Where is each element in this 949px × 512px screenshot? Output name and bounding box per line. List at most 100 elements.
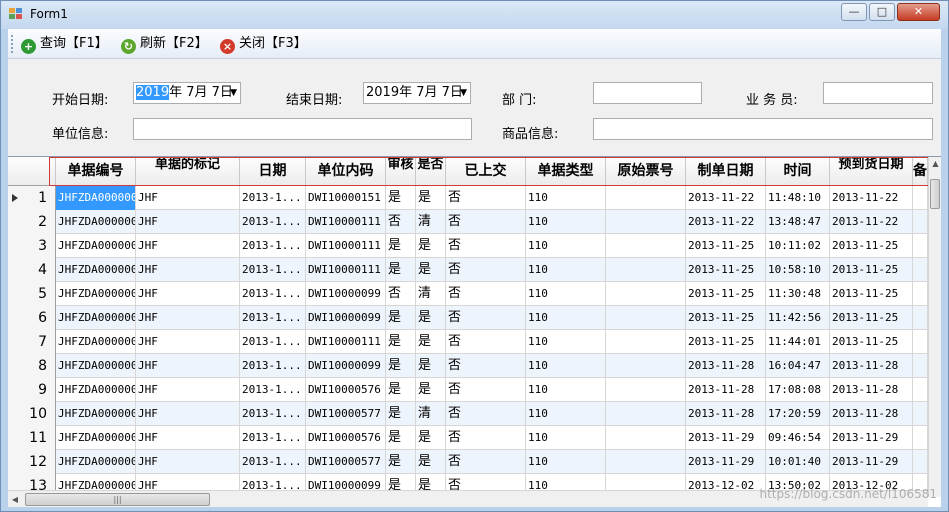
cell-due-date[interactable]: 2013-11-29 — [830, 426, 913, 450]
cell-flag[interactable]: 是 — [416, 186, 446, 210]
cell-bill-no[interactable]: JHFZDA00000001 — [56, 186, 136, 210]
cell-date[interactable]: 2013-1... — [240, 306, 306, 330]
chevron-down-icon[interactable]: ▼ — [460, 83, 467, 103]
cell-date[interactable]: 2013-1... — [240, 354, 306, 378]
cell-audit[interactable]: 是 — [386, 234, 416, 258]
toolbar-grip[interactable] — [11, 35, 14, 53]
cell-flag[interactable]: 是 — [416, 258, 446, 282]
cell-date[interactable]: 2013-1... — [240, 402, 306, 426]
table-row[interactable]: 10 JHFZDA00000010JHF2013-1...DWI10000577是… — [8, 402, 928, 426]
cell-bill-mark[interactable]: JHF — [136, 378, 240, 402]
cell-bill-no[interactable]: JHFZDA00000009 — [56, 378, 136, 402]
cell-submitted[interactable]: 否 — [446, 282, 526, 306]
cell-time[interactable]: 11:30:48 — [766, 282, 830, 306]
table-row[interactable]: 6JHFZDA00000006JHF2013-1...DWI10000099是是… — [8, 306, 928, 330]
cell-date[interactable]: 2013-1... — [240, 186, 306, 210]
cell-orig-ticket[interactable] — [606, 354, 686, 378]
cell-due-date[interactable]: 2013-11-29 — [830, 450, 913, 474]
cell-audit[interactable]: 是 — [386, 306, 416, 330]
cell-remark[interactable] — [913, 186, 928, 210]
cell-orig-ticket[interactable] — [606, 282, 686, 306]
cell-orig-ticket[interactable] — [606, 186, 686, 210]
cell-bill-no[interactable]: JHFZDA00000007 — [56, 330, 136, 354]
cell-create-date[interactable]: 2013-11-22 — [686, 186, 766, 210]
cell-flag[interactable]: 是 — [416, 234, 446, 258]
cell-bill-no[interactable]: JHFZDA00000012 — [56, 450, 136, 474]
vertical-scroll-thumb[interactable] — [930, 179, 940, 209]
cell-flag[interactable]: 是 — [416, 378, 446, 402]
cell-bill-type[interactable]: 110 — [526, 354, 606, 378]
cell-remark[interactable] — [913, 282, 928, 306]
cell-due-date[interactable]: 2013-11-28 — [830, 378, 913, 402]
cell-remark[interactable] — [913, 210, 928, 234]
cell-flag[interactable]: 是 — [416, 450, 446, 474]
cell-flag[interactable]: 清 — [416, 210, 446, 234]
maximize-button[interactable]: □ — [869, 3, 895, 21]
cell-orig-ticket[interactable] — [606, 378, 686, 402]
cell-bill-mark[interactable]: JHF — [136, 354, 240, 378]
cell-submitted[interactable]: 否 — [446, 378, 526, 402]
cell-submitted[interactable]: 否 — [446, 306, 526, 330]
cell-bill-mark[interactable]: JHF — [136, 330, 240, 354]
cell-audit[interactable]: 是 — [386, 186, 416, 210]
column-header-unit-code[interactable]: 单位内码 — [306, 157, 386, 186]
column-header-flag[interactable]: 是否 — [416, 157, 446, 186]
cell-bill-type[interactable]: 110 — [526, 234, 606, 258]
cell-audit[interactable]: 是 — [386, 402, 416, 426]
table-row[interactable]: 3JHFZDA00000003JHF2013-1...DWI10000111是是… — [8, 234, 928, 258]
cell-create-date[interactable]: 2013-11-22 — [686, 210, 766, 234]
row-header[interactable]: 8 — [8, 354, 56, 378]
cell-audit[interactable]: 是 — [386, 258, 416, 282]
cell-due-date[interactable]: 2013-11-28 — [830, 354, 913, 378]
cell-create-date[interactable]: 2013-11-25 — [686, 306, 766, 330]
cell-unit-code[interactable]: DWI10000111 — [306, 210, 386, 234]
cell-unit-code[interactable]: DWI10000576 — [306, 378, 386, 402]
cell-flag[interactable]: 是 — [416, 330, 446, 354]
close-window-button[interactable]: ✕ — [897, 3, 940, 21]
cell-bill-mark[interactable]: JHF — [136, 402, 240, 426]
row-header[interactable]: 2 — [8, 210, 56, 234]
cell-bill-type[interactable]: 110 — [526, 450, 606, 474]
scroll-left-icon[interactable]: ◀ — [8, 491, 22, 507]
cell-create-date[interactable]: 2013-11-28 — [686, 378, 766, 402]
cell-date[interactable]: 2013-1... — [240, 210, 306, 234]
cell-bill-type[interactable]: 110 — [526, 402, 606, 426]
cell-orig-ticket[interactable] — [606, 450, 686, 474]
cell-orig-ticket[interactable] — [606, 306, 686, 330]
cell-date[interactable]: 2013-1... — [240, 330, 306, 354]
cell-time[interactable]: 11:48:10 — [766, 186, 830, 210]
cell-bill-mark[interactable]: JHF — [136, 306, 240, 330]
cell-bill-mark[interactable]: JHF — [136, 450, 240, 474]
column-header-bill-type[interactable]: 单据类型 — [526, 157, 606, 186]
cell-time[interactable]: 11:44:01 — [766, 330, 830, 354]
row-header[interactable]: 10 — [8, 402, 56, 426]
horizontal-scroll-thumb[interactable]: ||| — [25, 493, 210, 506]
cell-audit[interactable]: 是 — [386, 354, 416, 378]
cell-submitted[interactable]: 否 — [446, 450, 526, 474]
vertical-scrollbar[interactable]: ▲ — [928, 157, 941, 497]
cell-orig-ticket[interactable] — [606, 234, 686, 258]
cell-orig-ticket[interactable] — [606, 258, 686, 282]
cell-submitted[interactable]: 否 — [446, 354, 526, 378]
cell-unit-code[interactable]: DWI10000577 — [306, 450, 386, 474]
end-date-picker[interactable]: 2019年 7月 7日 ▼ — [363, 82, 471, 104]
cell-remark[interactable] — [913, 306, 928, 330]
table-row[interactable]: 7JHFZDA00000007JHF2013-1...DWI10000111是是… — [8, 330, 928, 354]
cell-bill-type[interactable]: 110 — [526, 330, 606, 354]
cell-unit-code[interactable]: DWI10000111 — [306, 234, 386, 258]
column-header-bill-mark[interactable]: 单据的标记 — [136, 157, 240, 186]
cell-bill-type[interactable]: 110 — [526, 210, 606, 234]
scroll-up-icon[interactable]: ▲ — [929, 157, 941, 171]
cell-remark[interactable] — [913, 450, 928, 474]
cell-orig-ticket[interactable] — [606, 426, 686, 450]
chevron-down-icon[interactable]: ▼ — [230, 83, 237, 103]
cell-date[interactable]: 2013-1... — [240, 378, 306, 402]
cell-bill-mark[interactable]: JHF — [136, 282, 240, 306]
cell-bill-no[interactable]: JHFZDA00000006 — [56, 306, 136, 330]
cell-bill-type[interactable]: 110 — [526, 186, 606, 210]
table-row[interactable]: 12JHFZDA00000012JHF2013-1...DWI10000577是… — [8, 450, 928, 474]
cell-bill-no[interactable]: JHFZDA00000005 — [56, 282, 136, 306]
table-row[interactable]: 2JHFZDA00000002JHF2013-1...DWI10000111否清… — [8, 210, 928, 234]
start-date-picker[interactable]: 2019年 7月 7日 ▼ — [133, 82, 241, 104]
cell-create-date[interactable]: 2013-11-25 — [686, 282, 766, 306]
